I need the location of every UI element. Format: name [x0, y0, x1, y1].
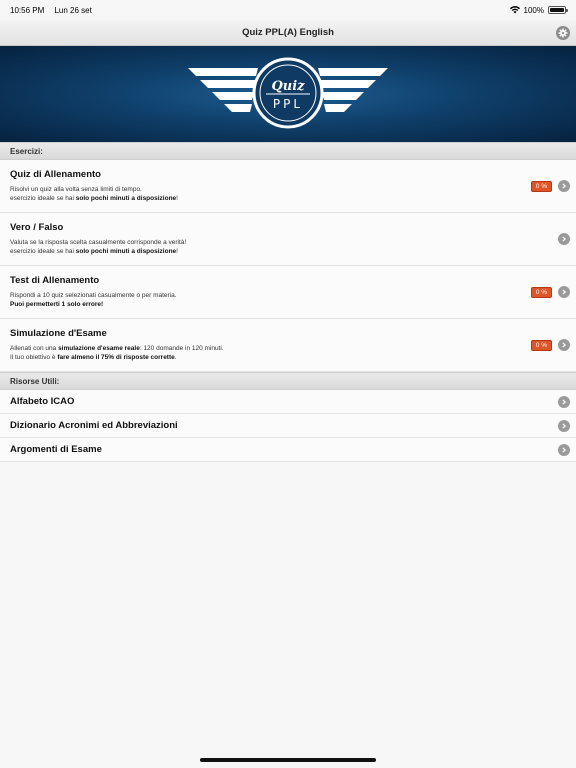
status-time: 10:56 PM: [10, 5, 45, 15]
chevron-right-icon[interactable]: [558, 443, 570, 456]
progress-badge: 0 %: [530, 286, 552, 298]
row-desc-line1: Valuta se la risposta scelta casualmente…: [10, 239, 187, 246]
row-desc-line1: Risolvi un quiz alla volta senza limiti …: [10, 186, 142, 193]
row-title: Test di Allenamento: [10, 275, 100, 286]
logo-top-text: Quiz: [271, 79, 305, 94]
battery-icon: [548, 6, 568, 14]
row-text: Alfabeto ICAO: [10, 396, 576, 407]
settings-button[interactable]: [556, 26, 570, 40]
row-simulazione-esame[interactable]: Simulazione d'Esame Allenati con una sim…: [0, 319, 576, 372]
nav-title: Quiz PPL(A) English: [242, 27, 334, 38]
gear-icon: [558, 28, 568, 38]
row-title: Vero / Falso: [10, 222, 64, 233]
row-title: Quiz di Allenamento: [10, 169, 101, 180]
row-title: Dizionario Acronimi ed Abbreviazioni: [10, 420, 178, 431]
row-text: Quiz di Allenamento Risolvi un quiz alla…: [10, 169, 576, 203]
row-title: Simulazione d'Esame: [10, 328, 107, 339]
row-desc-line1: Allenati con una simulazione d'esame rea…: [10, 345, 224, 352]
row-text: Test di Allenamento Rispondi a 10 quiz s…: [10, 275, 576, 309]
quiz-ppl-logo: Quiz PPL: [188, 57, 388, 129]
row-desc-line2: Puoi permetterti 1 solo errore!: [10, 301, 104, 308]
chevron-right-icon[interactable]: [558, 180, 570, 192]
progress-badge: 0 %: [530, 339, 552, 351]
wifi-icon: [509, 6, 520, 14]
banner: Quiz PPL: [0, 46, 576, 142]
progress-badge: 0 %: [530, 180, 552, 192]
section-header-exercises: Esercizi:: [0, 142, 576, 160]
section-header-resources: Risorse Utili:: [0, 372, 576, 390]
row-desc-line2: esercizio ideale se hai solo pochi minut…: [10, 195, 178, 202]
row-desc-line2: Il tuo obiettivo è fare almeno il 75% di…: [10, 354, 177, 361]
row-test-allenamento[interactable]: Test di Allenamento Rispondi a 10 quiz s…: [0, 266, 576, 319]
status-date: Lun 26 set: [54, 5, 92, 15]
chevron-right-icon[interactable]: [558, 233, 570, 245]
row-argomenti-esame[interactable]: Argomenti di Esame: [0, 438, 576, 462]
battery-percent: 100%: [523, 5, 544, 15]
status-right: 100%: [509, 5, 568, 15]
row-desc-line1: Rispondi a 10 quiz selezionati casualmen…: [10, 292, 177, 299]
chevron-right-icon[interactable]: [558, 286, 570, 298]
row-desc-line2: esercizio ideale se hai solo pochi minut…: [10, 248, 178, 255]
row-text: Vero / Falso Valuta se la risposta scelt…: [10, 222, 576, 256]
logo-bottom-text: PPL: [273, 97, 303, 111]
nav-bar: Quiz PPL(A) English: [0, 20, 576, 46]
status-bar: 10:56 PM Lun 26 set 100%: [0, 0, 576, 20]
row-title: Argomenti di Esame: [10, 444, 102, 455]
row-quiz-allenamento[interactable]: Quiz di Allenamento Risolvi un quiz alla…: [0, 160, 576, 213]
chevron-right-icon[interactable]: [558, 339, 570, 351]
row-text: Argomenti di Esame: [10, 444, 576, 455]
row-vero-falso[interactable]: Vero / Falso Valuta se la risposta scelt…: [0, 213, 576, 266]
row-dizionario-acronimi[interactable]: Dizionario Acronimi ed Abbreviazioni: [0, 414, 576, 438]
row-alfabeto-icao[interactable]: Alfabeto ICAO: [0, 390, 576, 414]
row-title: Alfabeto ICAO: [10, 396, 75, 407]
row-text: Simulazione d'Esame Allenati con una sim…: [10, 328, 576, 362]
home-indicator[interactable]: [200, 758, 376, 762]
row-text: Dizionario Acronimi ed Abbreviazioni: [10, 420, 576, 431]
status-left: 10:56 PM Lun 26 set: [10, 6, 100, 15]
chevron-right-icon[interactable]: [558, 419, 570, 432]
chevron-right-icon[interactable]: [558, 395, 570, 408]
